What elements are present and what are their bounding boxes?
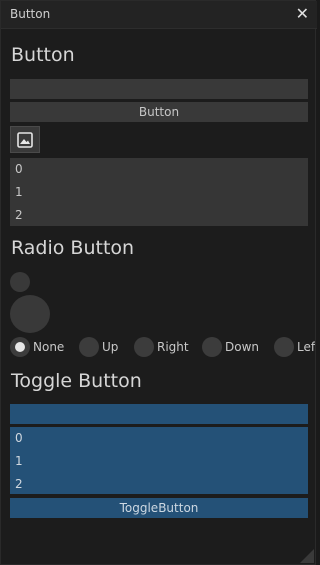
empty-button[interactable] (10, 79, 308, 99)
radio-label: Up (102, 340, 119, 354)
window-content: Button Button 0 1 2 Radio Button None Up… (1, 29, 315, 564)
section-heading-toggle: Toggle Button (11, 370, 142, 392)
section-heading-radio: Radio Button (11, 237, 135, 259)
resize-grip-icon[interactable] (300, 549, 314, 563)
toggle-list: 0 1 2 (10, 427, 308, 494)
large-radio-button[interactable] (10, 295, 50, 333)
empty-toggle-button[interactable] (10, 404, 308, 424)
list-item[interactable]: 0 (15, 431, 23, 445)
labeled-button[interactable]: Button (10, 102, 308, 122)
radio-label: Left (297, 340, 315, 354)
list-item[interactable]: 0 (15, 162, 23, 176)
section-heading-button: Button (11, 44, 75, 66)
list-item[interactable]: 2 (15, 477, 23, 491)
image-icon (17, 132, 33, 148)
small-radio-button[interactable] (10, 272, 30, 292)
radio-dot[interactable] (202, 337, 222, 357)
toggle-button[interactable]: ToggleButton (10, 498, 308, 518)
list-item[interactable]: 1 (15, 185, 23, 199)
radio-dot[interactable] (134, 337, 154, 357)
image-button[interactable] (10, 126, 40, 153)
button-list: 0 1 2 (10, 158, 308, 226)
radio-dot[interactable] (274, 337, 294, 357)
button-window: Button ✕ Button Button 0 1 2 Radio Butto… (0, 0, 317, 565)
radio-label: None (33, 340, 65, 354)
list-item[interactable]: 1 (15, 454, 23, 468)
title-bar[interactable]: Button ✕ (1, 1, 317, 29)
close-icon[interactable]: ✕ (296, 4, 309, 24)
radio-dot[interactable] (10, 337, 30, 357)
radio-dot[interactable] (79, 337, 99, 357)
list-item[interactable]: 2 (15, 208, 23, 222)
direction-radio-group: None Up Right Down Left (1, 336, 315, 360)
window-title: Button (10, 7, 51, 21)
radio-label: Right (157, 340, 189, 354)
radio-label: Down (225, 340, 260, 354)
